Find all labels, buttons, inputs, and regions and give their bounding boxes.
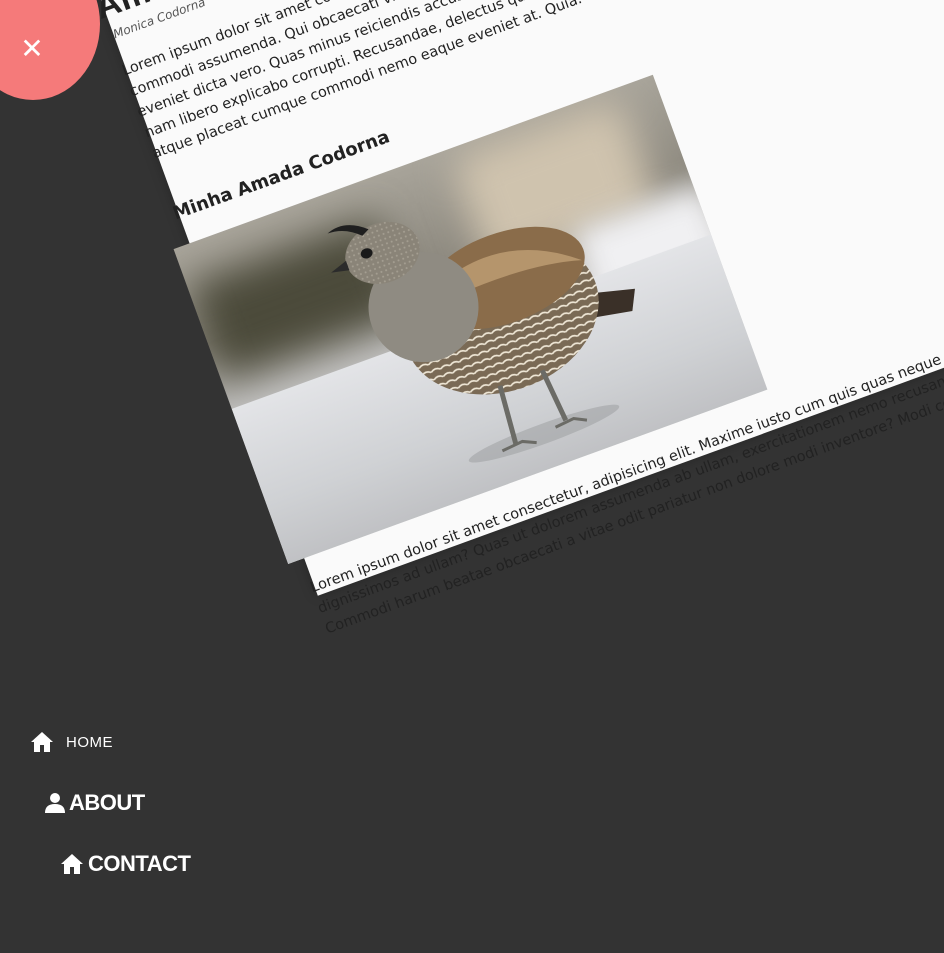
home-icon [31,732,53,752]
nav-label-home: HOME [66,733,113,751]
nav-item-about[interactable]: ABOUT [45,790,145,816]
nav-label-contact: CONTACT [88,851,191,876]
close-icon[interactable]: ✕ [19,34,45,64]
close-button[interactable]: ✕ [0,0,100,100]
user-icon [45,793,65,813]
article-sheet: Amazing Article Monica Codorna Lorem ips… [10,0,944,637]
nav-label-about: ABOUT [69,790,145,815]
home-icon [61,854,83,874]
nav-item-home[interactable]: HOME [30,731,113,753]
page: Amazing Article Monica Codorna Lorem ips… [0,0,944,953]
nav-item-contact[interactable]: CONTACT [60,851,191,877]
